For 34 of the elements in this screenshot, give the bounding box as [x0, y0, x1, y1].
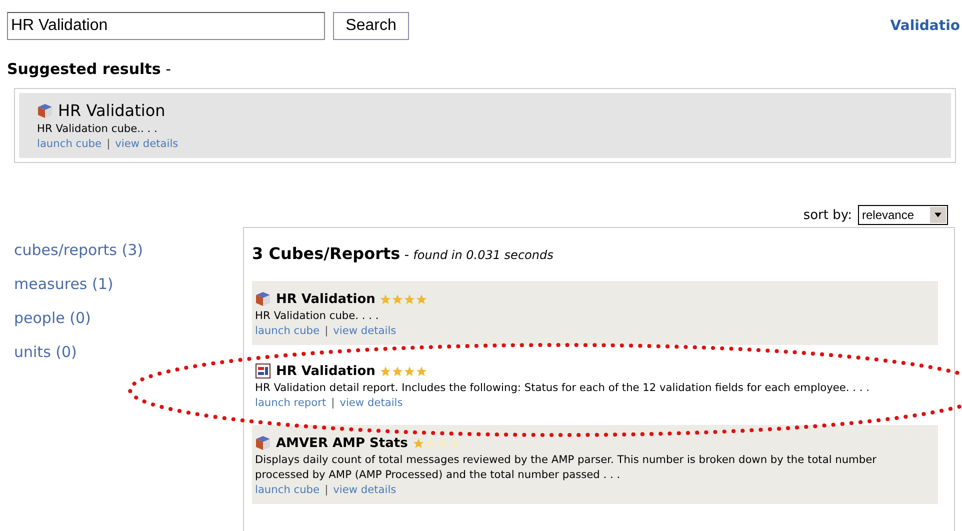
- section-heading: Suggested results: [7, 60, 161, 78]
- link-separator: |: [106, 138, 110, 150]
- result-title[interactable]: AMVER AMP Stats: [276, 436, 408, 450]
- result-title[interactable]: HR Validation: [276, 364, 376, 378]
- search-button[interactable]: Search: [333, 12, 409, 40]
- result-description: HR Validation cube. . . .: [255, 309, 380, 324]
- result-description: HR Validation detail report. Includes the following: Status for each of the 12 validation fields for each employee. . . .: [255, 381, 871, 396]
- result-link[interactable]: view details: [333, 484, 396, 496]
- search-time: found in 0.031 seconds: [413, 248, 554, 262]
- result-link[interactable]: launch cube: [37, 138, 102, 150]
- results-title: 3 Cubes/Reports: [252, 244, 400, 263]
- heading-separator: -: [404, 248, 410, 263]
- result-link[interactable]: view details: [115, 138, 178, 150]
- category-link[interactable]: units (0): [14, 335, 243, 369]
- result-title[interactable]: HR Validation: [276, 292, 376, 306]
- sort-label: sort by:: [803, 208, 852, 222]
- result-link[interactable]: view details: [333, 325, 396, 337]
- result-title[interactable]: HR Validation: [58, 101, 166, 120]
- result-description: Displays daily count of total messages reviewed by the AMP parser. This number is broken down by the total number processed by AMP (AMP Processed) and the total number passed . . .: [255, 453, 878, 483]
- result-link[interactable]: launch report: [255, 397, 326, 409]
- result-link[interactable]: launch cube: [255, 325, 320, 337]
- link-separator: |: [324, 325, 328, 337]
- result-description: HR Validation cube.. . .: [37, 122, 158, 137]
- header-link[interactable]: Validatio: [890, 18, 960, 34]
- result-link[interactable]: view details: [340, 397, 403, 409]
- search-field[interactable]: HR Validation: [7, 12, 325, 40]
- link-separator: |: [324, 484, 328, 496]
- category-link[interactable]: people (0): [14, 301, 243, 335]
- link-separator: |: [331, 397, 335, 409]
- heading-separator: -: [166, 60, 171, 78]
- sort-dropdown[interactable]: relevance: [858, 205, 948, 225]
- category-link[interactable]: measures (1): [14, 267, 243, 301]
- category-link[interactable]: cubes/reports (3): [14, 233, 243, 267]
- result-link[interactable]: launch cube: [255, 484, 320, 496]
